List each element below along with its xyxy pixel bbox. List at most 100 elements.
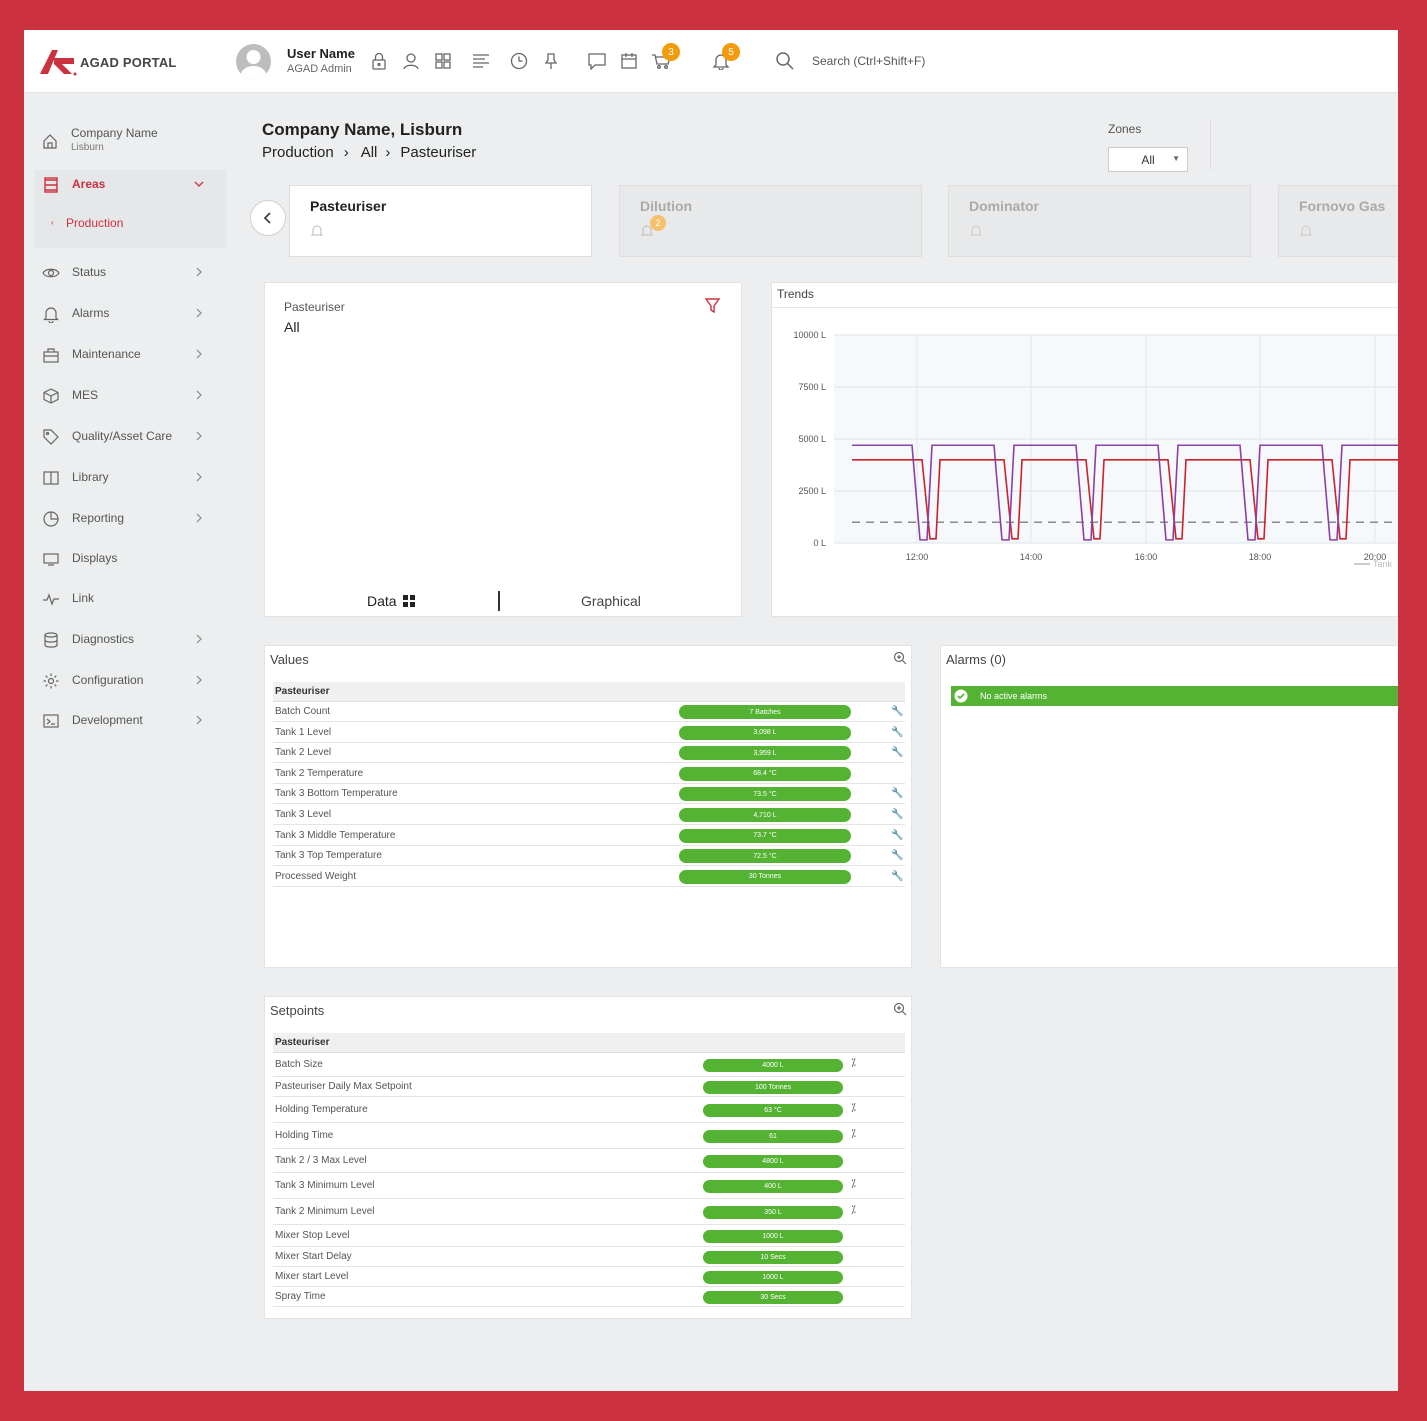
lock-icon[interactable] — [368, 50, 390, 72]
chevron-right-icon — [196, 431, 202, 441]
sidebar-item-diagnostics[interactable]: Diagnostics — [24, 623, 236, 655]
sidebar-item-configuration[interactable]: Configuration — [24, 664, 236, 696]
chevron-right-icon — [196, 349, 202, 359]
grid-icon[interactable] — [432, 50, 454, 72]
sidebar-item-label: Status — [72, 265, 107, 279]
filter-icon[interactable] — [705, 298, 720, 313]
wrench-icon[interactable]: 🔧 — [891, 747, 903, 758]
wrench-icon[interactable]: 🔧 — [891, 871, 903, 882]
wrench-icon[interactable]: 🔧 — [891, 809, 903, 820]
edit-percent-icon[interactable]: ⁒ — [851, 1056, 856, 1069]
setpoint-pill[interactable]: 1000 L — [703, 1271, 843, 1284]
row-label: Batch Count — [275, 706, 331, 717]
sidebar-item-development[interactable]: Development — [24, 704, 236, 736]
avatar[interactable] — [236, 44, 271, 79]
sidebar-item-quality-asset-care[interactable]: Quality/Asset Care — [24, 420, 236, 452]
calendar-icon[interactable] — [618, 50, 640, 72]
trends-title: Trends — [777, 287, 814, 301]
sidebar-item-areas[interactable]: Areas — [24, 168, 236, 200]
sidebar-item-label: Library — [72, 470, 109, 484]
chevron-right-icon — [196, 675, 202, 685]
table-row: Holding Temperature 63 °C ⁒ — [273, 1097, 905, 1123]
search-icon[interactable] — [774, 50, 796, 72]
cart-badge: 3 — [662, 43, 680, 61]
setpoint-pill[interactable]: 63 °C — [703, 1104, 843, 1117]
setpoint-pill[interactable]: 400 L — [703, 1180, 843, 1193]
asset-card-pasteuriser[interactable]: Pasteuriser — [289, 185, 592, 257]
wrench-icon[interactable]: 🔧 — [891, 788, 903, 799]
asset-card-dominator[interactable]: Dominator — [948, 185, 1251, 257]
sidebar-item-library[interactable]: Library — [24, 461, 236, 493]
setpoint-pill[interactable]: 350 L — [703, 1206, 843, 1219]
legend-label: Tank — [1373, 559, 1393, 569]
y-tick-label: 10000 L — [793, 330, 826, 340]
chevron-right-icon — [196, 390, 202, 400]
user-name[interactable]: User Name — [287, 46, 355, 61]
setpoint-pill[interactable]: 4000 L — [703, 1059, 843, 1072]
wrench-icon[interactable]: 🔧 — [891, 706, 903, 717]
row-label: Tank 2 Level — [275, 747, 332, 759]
table-row: Processed Weight 30 Tonnes 🔧 — [273, 867, 905, 887]
breadcrumb-item[interactable]: All — [361, 144, 378, 161]
clock-icon[interactable] — [508, 50, 530, 72]
asset-card-fornovo-gas[interactable]: Fornovo Gas — [1278, 185, 1398, 257]
sidebar-item-mes[interactable]: MES — [24, 379, 236, 411]
row-label: Holding Time — [275, 1130, 334, 1141]
alarms-status-bar: No active alarms — [951, 686, 1398, 706]
setpoint-pill[interactable]: 61 — [703, 1130, 843, 1143]
sidebar-company[interactable]: Company Name Lisburn — [24, 115, 236, 155]
search-input[interactable]: Search (Ctrl+Shift+F) — [812, 54, 925, 68]
trend-chart[interactable]: 10000 L 7500 L 5000 L 2500 L 0 L 12:00 14:00 16… — [772, 313, 1398, 618]
chat-icon[interactable] — [586, 50, 608, 72]
zoom-in-icon[interactable] — [893, 1002, 907, 1016]
sidebar-item-production[interactable]: ‹ Production — [24, 207, 236, 239]
sidebar-item-status[interactable]: Status — [24, 256, 236, 288]
sidebar-item-displays[interactable]: Displays — [24, 542, 236, 574]
row-label: Mixer Stop Level — [275, 1230, 350, 1241]
row-label: Batch Size — [275, 1059, 323, 1070]
zoom-in-icon[interactable] — [893, 651, 907, 665]
wrench-icon[interactable]: 🔧 — [891, 727, 903, 738]
table-row: Batch Count 7 Batches 🔧 — [273, 702, 905, 722]
setpoint-pill[interactable]: 30 Secs — [703, 1291, 843, 1304]
wrench-icon[interactable]: 🔧 — [891, 850, 903, 861]
setpoint-pill[interactable]: 1000 L — [703, 1230, 843, 1243]
edit-percent-icon[interactable]: ⁒ — [851, 1101, 856, 1114]
edit-percent-icon[interactable]: ⁒ — [851, 1203, 856, 1216]
row-label: Tank 3 Minimum Level — [275, 1180, 375, 1191]
logo[interactable]: AGAD PORTAL — [38, 48, 177, 76]
tag-icon — [43, 429, 59, 445]
pin-icon[interactable] — [540, 50, 562, 72]
agad-logo-icon — [40, 50, 77, 76]
sidebar-item-alarms[interactable]: Alarms — [24, 297, 236, 329]
breadcrumb-item[interactable]: Production — [262, 144, 334, 161]
list-icon[interactable] — [470, 50, 492, 72]
setpoint-pill[interactable]: 10 Secs — [703, 1251, 843, 1264]
row-label: Mixer Start Delay — [275, 1251, 352, 1262]
user-role: AGAD Admin — [287, 63, 352, 75]
chevron-down-icon — [194, 181, 204, 187]
wrench-icon[interactable]: 🔧 — [891, 830, 903, 841]
value-pill: 4,710 L — [679, 808, 851, 822]
x-tick-label: 16:00 — [1135, 552, 1158, 562]
tab-graphical[interactable]: Graphical — [581, 593, 641, 609]
sidebar-item-maintenance[interactable]: Maintenance — [24, 338, 236, 370]
asset-card-dilution[interactable]: Dilution 2 — [619, 185, 922, 257]
user-icon[interactable] — [400, 50, 422, 72]
setpoint-pill[interactable]: 100 Tonnes — [703, 1081, 843, 1094]
row-label: Tank 3 Bottom Temperature — [275, 788, 398, 800]
edit-percent-icon[interactable]: ⁒ — [851, 1177, 856, 1190]
setpoint-pill[interactable]: 4800 L — [703, 1155, 843, 1168]
back-button[interactable] — [250, 200, 286, 236]
breadcrumb-item[interactable]: Pasteuriser — [400, 144, 476, 161]
sidebar-item-link[interactable]: Link — [24, 582, 236, 614]
table-row: Tank 3 Middle Temperature 73.7 °C 🔧 — [273, 826, 905, 846]
bell-icon — [310, 225, 324, 236]
tab-data[interactable]: Data — [367, 593, 415, 609]
edit-percent-icon[interactable]: ⁒ — [851, 1127, 856, 1140]
y-tick-label: 5000 L — [798, 434, 826, 444]
sidebar-item-reporting[interactable]: Reporting — [24, 502, 236, 534]
grid-icon — [402, 595, 415, 607]
bell-icon — [969, 225, 983, 236]
zones-select[interactable]: All ▼ — [1108, 147, 1188, 172]
